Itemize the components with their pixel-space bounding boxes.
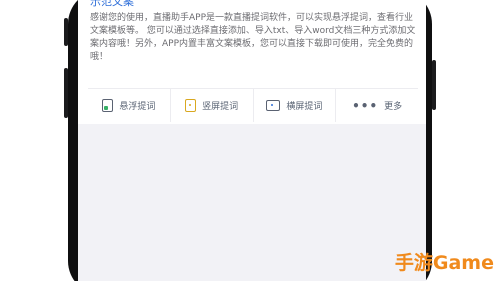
more-dots-icon: ••• (352, 98, 379, 113)
more-button[interactable]: ••• 更多 (336, 89, 418, 122)
script-action-bar: 悬浮提词 竖屏提词 横屏提词 ••• 更多 (88, 88, 418, 122)
script-card[interactable]: 示范文案 感谢您的使用，直播助手APP是一款直播提词软件，可以实现悬浮提词，查看… (78, 0, 426, 124)
phone-side-button (64, 18, 68, 46)
float-window-icon (102, 99, 114, 112)
landscape-prompt-label: 横屏提词 (286, 102, 323, 112)
float-prompt-label: 悬浮提词 (119, 102, 156, 112)
portrait-prompt-label: 竖屏提词 (202, 102, 239, 112)
phone-side-button (432, 60, 436, 110)
landscape-prompt-button[interactable]: 横屏提词 (254, 89, 337, 122)
float-prompt-button[interactable]: 悬浮提词 (88, 89, 171, 122)
script-description: 感谢您的使用，直播助手APP是一款直播提词软件，可以实现悬浮提词，查看行业文案模… (90, 13, 416, 62)
portrait-prompt-button[interactable]: 竖屏提词 (171, 89, 254, 122)
portrait-screen-icon (185, 99, 197, 112)
app-screen: 示范文案 感谢您的使用，直播助手APP是一款直播提词软件，可以实现悬浮提词，查看… (78, 0, 426, 281)
phone-side-button (64, 68, 68, 118)
site-watermark: 手游Game (394, 252, 494, 274)
more-label: 更多 (384, 102, 403, 112)
landscape-screen-icon (266, 100, 281, 111)
script-title[interactable]: 示范文案 (90, 0, 134, 9)
